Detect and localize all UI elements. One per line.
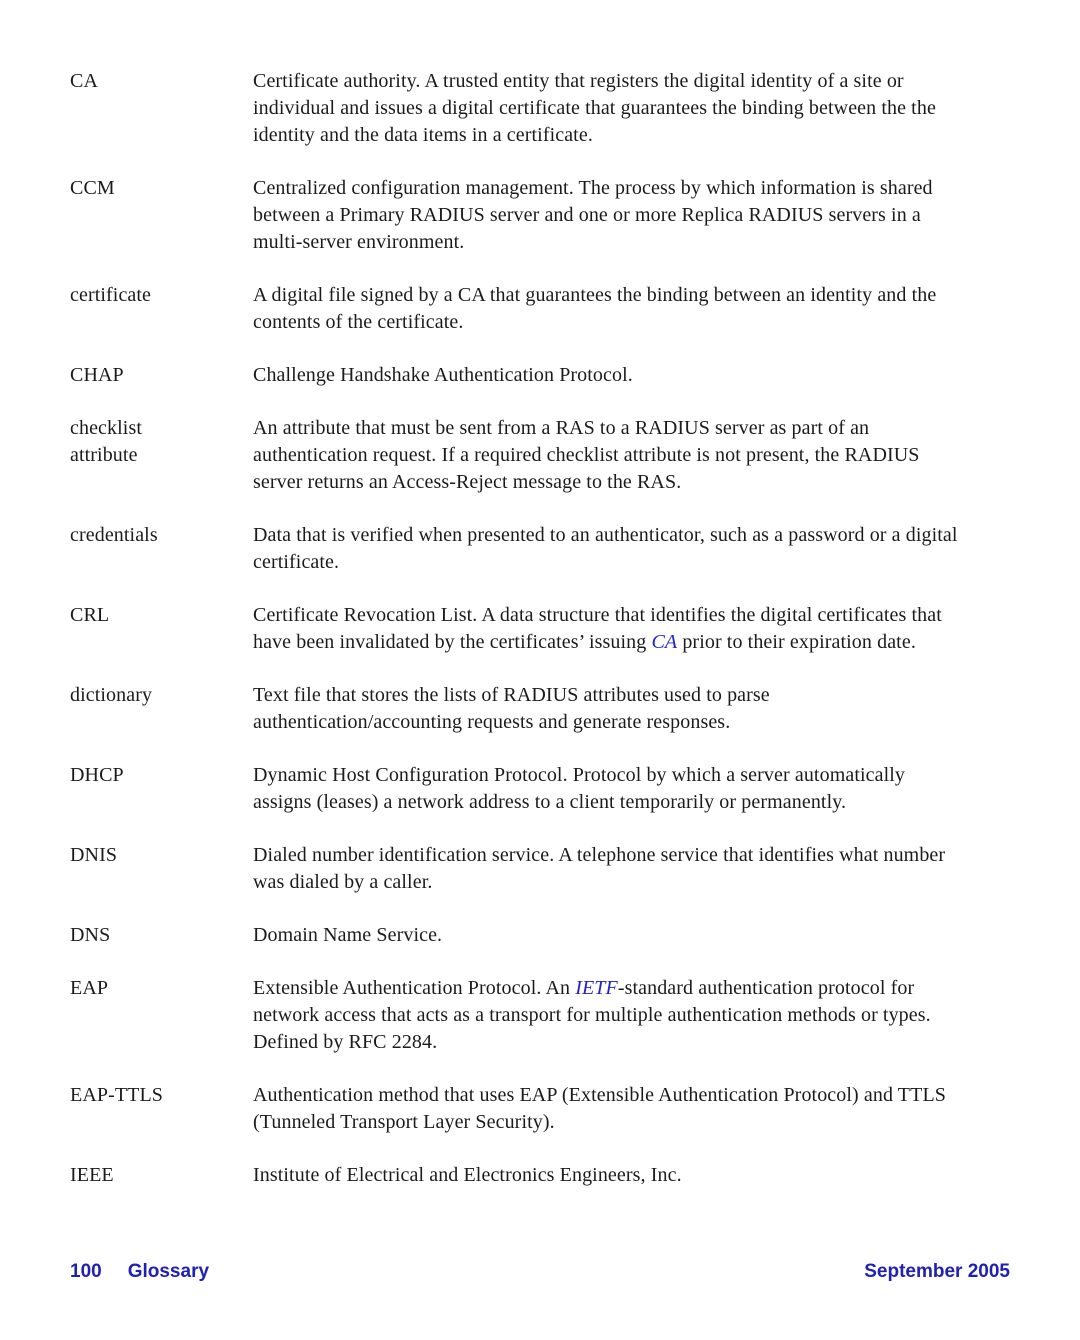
glossary-definition-text: Dialed number identification service. A … — [253, 844, 946, 893]
glossary-page: CA Certificate authority. A trusted entit… — [0, 0, 1080, 1340]
glossary-term: CCM — [70, 177, 115, 199]
glossary-definition-text: Domain Name Service. — [253, 924, 443, 946]
glossary-entry: DNIS Dialed number identification service… — [70, 842, 970, 896]
glossary-definition: Challenge Handshake Authentication Proto… — [253, 362, 965, 389]
glossary-definition: Data that is verified when presented to … — [253, 522, 965, 576]
glossary-definition-text: Dynamic Host Configuration Protocol. Pro… — [253, 764, 906, 813]
glossary-definition-text: Institute of Electrical and Electronics … — [253, 1164, 682, 1186]
page-footer: 100 Glossary September 2005 — [70, 1258, 1010, 1286]
glossary-definition: Extensible Authentication Protocol. An I… — [253, 975, 965, 1056]
glossary-term: dictionary — [70, 684, 153, 706]
glossary-definition: Certificate authority. A trusted entity … — [253, 68, 965, 149]
glossary-definition-text: An attribute that must be sent from a RA… — [253, 417, 920, 493]
footer-page-number: 100 — [70, 1261, 102, 1282]
glossary-definition: An attribute that must be sent from a RA… — [253, 415, 965, 496]
glossary-entry: DNS Domain Name Service. — [70, 922, 970, 949]
glossary-entry: CA Certificate authority. A trusted entit… — [70, 68, 970, 149]
glossary-entry-list: CA Certificate authority. A trusted entit… — [70, 68, 970, 1189]
footer-left-group: 100 Glossary — [70, 1261, 209, 1283]
glossary-entry: credentials Data that is verified when pr… — [70, 522, 970, 576]
glossary-definition: A digital file signed by a CA that guara… — [253, 282, 965, 336]
glossary-term: EAP-TTLS — [70, 1084, 164, 1106]
glossary-entry: CCM Centralized configuration management.… — [70, 175, 970, 256]
glossary-definition-text: prior to their expiration date. — [677, 631, 916, 653]
glossary-entry: EAP-TTLS Authentication method that uses … — [70, 1082, 970, 1136]
glossary-term: credentials — [70, 524, 158, 546]
glossary-entry: checklist attribute An attribute that mus… — [70, 415, 970, 496]
glossary-definition: Centralized configuration management. Th… — [253, 175, 965, 256]
glossary-definition-text: A digital file signed by a CA that guara… — [253, 284, 937, 333]
glossary-definition: Authentication method that uses EAP (Ext… — [253, 1082, 965, 1136]
glossary-entry: CRL Certificate Revocation List. A data s… — [70, 602, 970, 656]
glossary-definition-text: Data that is verified when presented to … — [253, 524, 958, 573]
glossary-cross-reference-link[interactable]: IETF — [575, 977, 618, 999]
footer-section-title: Glossary — [127, 1261, 210, 1282]
glossary-entry: EAP Extensible Authentication Protocol. A… — [70, 975, 970, 1056]
glossary-definition-text: Extensible Authentication Protocol. An — [253, 977, 576, 999]
glossary-definition-text: Centralized configuration management. Th… — [253, 177, 933, 253]
glossary-term: EAP — [70, 977, 109, 999]
glossary-entry: certificate A digital file signed by a CA… — [70, 282, 970, 336]
glossary-term: certificate — [70, 284, 152, 306]
glossary-term: checklist attribute — [70, 417, 142, 466]
glossary-definition-text: Authentication method that uses EAP (Ext… — [253, 1084, 946, 1133]
glossary-definition-text: Certificate authority. A trusted entity … — [253, 70, 936, 146]
glossary-definition: Institute of Electrical and Electronics … — [253, 1162, 965, 1189]
glossary-term: IEEE — [70, 1164, 114, 1186]
glossary-entry: dictionary Text file that stores the list… — [70, 682, 970, 736]
glossary-definition: Domain Name Service. — [253, 922, 965, 949]
glossary-term: CRL — [70, 604, 110, 626]
glossary-term: CHAP — [70, 364, 124, 386]
glossary-entry: DHCP Dynamic Host Configuration Protocol.… — [70, 762, 970, 816]
glossary-definition: Dialed number identification service. A … — [253, 842, 965, 896]
glossary-cross-reference-link[interactable]: CA — [651, 631, 677, 653]
glossary-entry: CHAP Challenge Handshake Authentication P… — [70, 362, 970, 389]
glossary-definition: Text file that stores the lists of RADIU… — [253, 682, 965, 736]
glossary-entry: IEEE Institute of Electrical and Electron… — [70, 1162, 970, 1189]
footer-date: September 2005 — [864, 1261, 1010, 1282]
glossary-term: DHCP — [70, 764, 124, 786]
glossary-term: CA — [70, 70, 98, 92]
glossary-term: DNS — [70, 924, 111, 946]
glossary-definition-text: Text file that stores the lists of RADIU… — [253, 684, 770, 733]
glossary-definition-text: Challenge Handshake Authentication Proto… — [253, 364, 633, 386]
glossary-definition: Certificate Revocation List. A data stru… — [253, 602, 965, 656]
glossary-term: DNIS — [70, 844, 118, 866]
glossary-definition: Dynamic Host Configuration Protocol. Pro… — [253, 762, 965, 816]
